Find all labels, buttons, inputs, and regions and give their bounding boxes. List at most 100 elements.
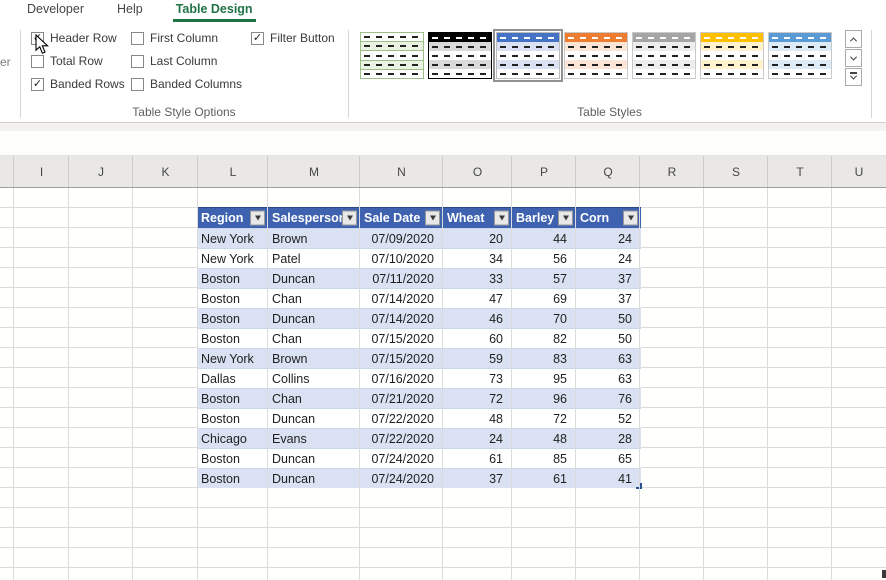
table-cell[interactable]: 61 [512,469,576,488]
table-cell[interactable]: Chan [268,289,360,308]
table-cell[interactable]: 07/15/2020 [360,329,443,348]
table-header-cell-corn[interactable]: Corn [576,208,640,228]
table-header-cell-region[interactable]: Region [197,208,268,228]
table-cell[interactable]: 07/09/2020 [360,229,443,248]
table-cell[interactable]: Chan [268,389,360,408]
table-cell[interactable]: Patel [268,249,360,268]
table-cell[interactable]: 28 [576,429,640,448]
table-cell[interactable]: 95 [512,369,576,388]
table-cell[interactable]: 63 [576,349,640,368]
table-cell[interactable]: 47 [443,289,512,308]
table-cell[interactable]: 57 [512,269,576,288]
table-cell[interactable]: 83 [512,349,576,368]
table-cell[interactable]: 46 [443,309,512,328]
table-cell[interactable]: Boston [197,329,268,348]
table-cell[interactable]: 48 [443,409,512,428]
table-cell[interactable]: 41 [576,469,640,488]
column-header-P[interactable]: P [512,156,576,187]
table-cell[interactable]: Boston [197,409,268,428]
table-style-thumbnail-black-style[interactable] [428,32,492,79]
checkbox-row-last-column[interactable]: Last Column [131,53,242,69]
checkbox-checked-icon[interactable]: ✓ [31,32,44,45]
table-style-thumbnail-blue-medium-style[interactable] [496,32,560,79]
column-header-R[interactable]: R [640,156,704,187]
table-cell[interactable]: Duncan [268,409,360,428]
checkbox-unchecked-icon[interactable] [31,55,44,68]
column-header-L[interactable]: L [198,156,268,187]
filter-dropdown-button[interactable] [425,211,440,226]
gallery-scroll-up-button[interactable] [845,30,862,48]
filter-dropdown-button[interactable] [494,211,509,226]
gallery-scroll-down-button[interactable] [845,49,862,67]
column-header-S[interactable]: S [704,156,768,187]
table-cell[interactable]: 07/16/2020 [360,369,443,388]
table-style-thumbnail-gray-medium-style[interactable] [632,32,696,79]
checkbox-checked-icon[interactable]: ✓ [31,78,44,91]
table-cell[interactable]: Boston [197,309,268,328]
table-cell[interactable]: Chan [268,329,360,348]
table-style-thumbnail-orange-medium-style[interactable] [564,32,628,79]
table-cell[interactable]: 37 [576,269,640,288]
table-cell[interactable]: Boston [197,389,268,408]
table-cell[interactable]: 69 [512,289,576,308]
table-cell[interactable]: Duncan [268,309,360,328]
table-cell[interactable]: 07/21/2020 [360,389,443,408]
table-cell[interactable]: New York [197,249,268,268]
table-cell[interactable]: 52 [576,409,640,428]
formula-bar[interactable] [0,131,886,156]
table-cell[interactable]: 48 [512,429,576,448]
table-cell[interactable]: 24 [443,429,512,448]
table-cell[interactable]: 07/11/2020 [360,269,443,288]
table-header-cell-barley[interactable]: Barley [512,208,576,228]
table-cell[interactable]: 59 [443,349,512,368]
table-cell[interactable]: 44 [512,229,576,248]
checkbox-row-banded-columns[interactable]: Banded Columns [131,76,242,92]
table-cell[interactable]: New York [197,229,268,248]
column-header-O[interactable]: O [443,156,512,187]
filter-dropdown-button[interactable] [342,211,357,226]
column-header-M[interactable]: M [268,156,360,187]
table-cell[interactable]: 50 [576,329,640,348]
table-cell[interactable]: 37 [576,289,640,308]
table-cell[interactable]: 07/14/2020 [360,309,443,328]
gallery-more-button[interactable] [845,68,862,86]
checkbox-checked-icon[interactable]: ✓ [251,32,264,45]
table-cell[interactable]: 07/10/2020 [360,249,443,268]
table-header-cell-salesperson[interactable]: Salesperson [268,208,360,228]
table-cell[interactable]: 07/22/2020 [360,409,443,428]
table-cell[interactable]: 37 [443,469,512,488]
table-cell[interactable]: 07/14/2020 [360,289,443,308]
column-header-I[interactable]: I [14,156,69,187]
table-cell[interactable]: 07/15/2020 [360,349,443,368]
table-cell[interactable]: 82 [512,329,576,348]
filter-dropdown-button[interactable] [250,211,265,226]
column-header-T[interactable]: T [768,156,832,187]
sheet-grid[interactable]: RegionSalespersonSale DateWheatBarleyCor… [0,188,886,580]
ribbon-tab-table-design[interactable]: Table Design [173,0,256,22]
checkbox-unchecked-icon[interactable] [131,32,144,45]
table-style-thumbnail-light-blue-medium-style[interactable] [768,32,832,79]
table-header-cell-sale-date[interactable]: Sale Date [360,208,443,228]
column-header-J[interactable]: J [69,156,133,187]
table-cell[interactable]: 24 [576,229,640,248]
table-cell[interactable]: Evans [268,429,360,448]
table-cell[interactable]: 24 [576,249,640,268]
table-cell[interactable]: 07/24/2020 [360,469,443,488]
table-cell[interactable]: Boston [197,449,268,468]
filter-dropdown-button[interactable] [623,211,638,226]
table-cell[interactable]: Brown [268,229,360,248]
table-style-thumbnail-light-green-grid-style[interactable] [360,32,424,79]
table-cell[interactable]: Brown [268,349,360,368]
table-cell[interactable]: 96 [512,389,576,408]
checkbox-row-first-column[interactable]: First Column [131,30,242,46]
table-cell[interactable]: 56 [512,249,576,268]
table-cell[interactable]: Duncan [268,469,360,488]
checkbox-row-header-row[interactable]: ✓Header Row [31,30,125,46]
checkbox-unchecked-icon[interactable] [131,78,144,91]
table-cell[interactable]: Boston [197,269,268,288]
table-cell[interactable]: 34 [443,249,512,268]
table-cell[interactable]: 63 [576,369,640,388]
checkbox-row-total-row[interactable]: Total Row [31,53,125,69]
table-cell[interactable]: Duncan [268,269,360,288]
column-header-N[interactable]: N [360,156,443,187]
